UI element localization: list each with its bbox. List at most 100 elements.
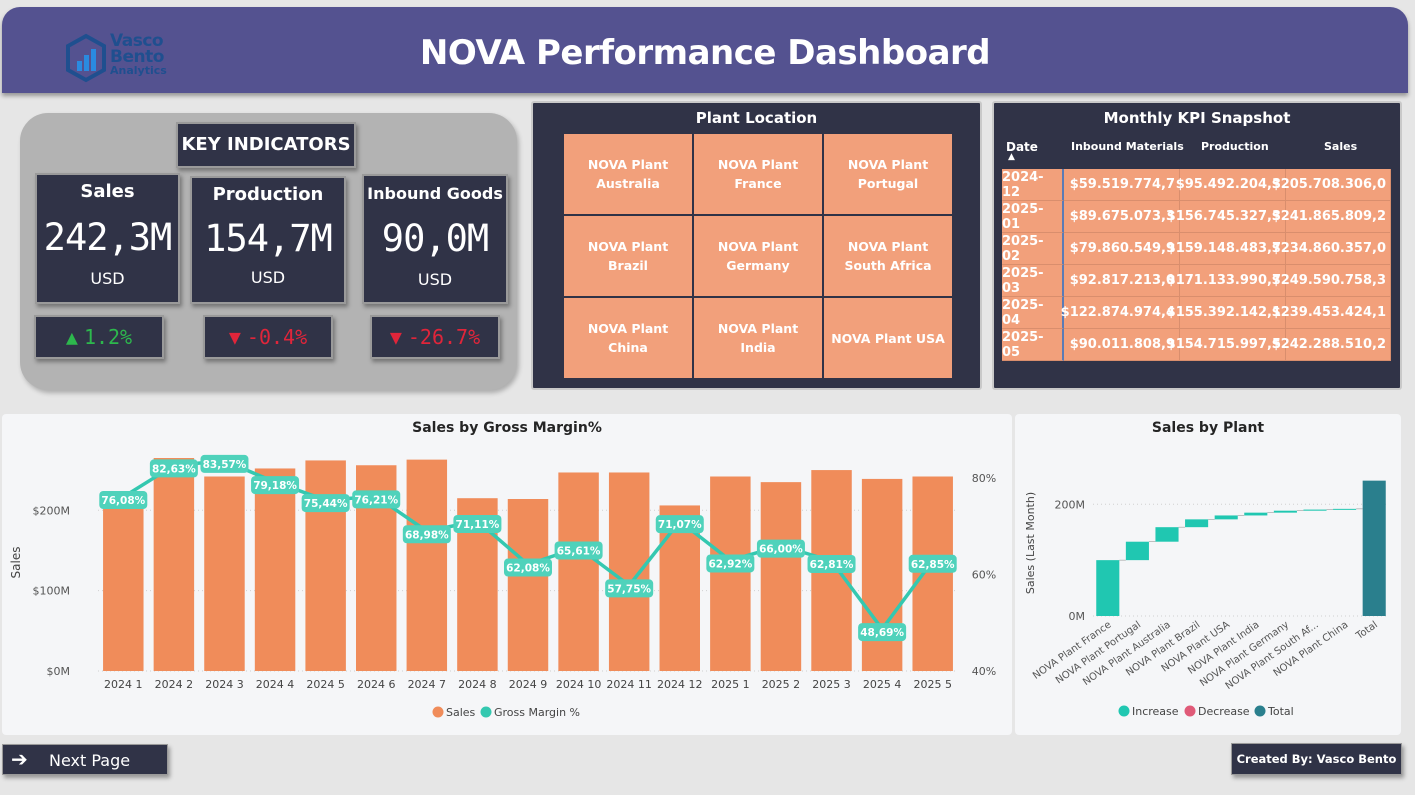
sales-bar[interactable] [507, 499, 549, 671]
margin-data-label: 48,69% [858, 623, 907, 642]
table-cell: $59.519.774,7 [1064, 169, 1180, 201]
next-page-button[interactable]: ➔ Next Page [2, 744, 168, 775]
data-label-text: 76,21% [354, 494, 398, 506]
plant-tile[interactable]: NOVA Plant Brazil [563, 215, 693, 297]
table-cell: $156.745.327,3 [1167, 201, 1286, 233]
sales-by-plant-chart-panel: Sales by Plant 0M 200M Sales (Last Month) N… [1015, 414, 1401, 735]
table-row[interactable]: 2025-03 $92.817.213,0 $171.133.990,7 $24… [1002, 265, 1391, 297]
table-row[interactable]: 2025-04 $122.874.974,4 $155.392.142,1 $2… [1002, 297, 1391, 329]
table-cell: 2025-04 [1002, 297, 1064, 329]
sales-bar[interactable] [710, 476, 751, 671]
margin-data-label: 62,81% [807, 555, 856, 574]
key-indicators-panel: KEY INDICATORS Sales 242,3M USD Producti… [20, 113, 517, 390]
kpi-label: Sales [80, 181, 135, 202]
table-cell: $79.860.549,9 [1064, 233, 1180, 265]
table-row[interactable]: 2025-01 $89.675.073,3 $156.745.327,3 $24… [1002, 201, 1391, 233]
arrow-down-icon: ▼ [228, 325, 241, 349]
table-cell: $249.590.758,3 [1272, 265, 1391, 297]
table-row[interactable]: 2025-02 $79.860.549,9 $159.148.483,7 $23… [1002, 233, 1391, 265]
margin-data-label: 65,61% [554, 541, 603, 560]
sales-bar[interactable] [254, 468, 296, 671]
table-row[interactable]: 2024-12 $59.519.774,7 $95.492.204,3 $205… [1002, 169, 1391, 201]
margin-data-label: 57,75% [605, 579, 654, 598]
sales-bar[interactable] [153, 458, 195, 671]
x-tick-label: 2025 1 [711, 678, 750, 691]
sales-bar[interactable] [608, 472, 650, 671]
table-cell: $122.874.974,4 [1061, 297, 1180, 329]
table-cell: 2025-03 [1002, 265, 1064, 297]
waterfall-bar[interactable] [1273, 510, 1297, 513]
x-tick-label: 2025 5 [913, 678, 952, 691]
plant-tile[interactable]: NOVA Plant Portugal [823, 133, 953, 215]
creator-credit: Created By: Vasco Bento [1231, 743, 1402, 775]
sales-gross-margin-chart-panel: Sales by Gross Margin% 76,08% 82,63% 83,57… [2, 414, 1012, 735]
plant-tile[interactable]: NOVA Plant South Africa [823, 215, 953, 297]
waterfall-bar[interactable] [1214, 515, 1238, 520]
plant-tile[interactable]: NOVA Plant Australia [563, 133, 693, 215]
waterfall-bar[interactable] [1303, 509, 1327, 511]
waterfall-bar[interactable] [1125, 541, 1149, 561]
sales-bar[interactable] [558, 472, 599, 671]
kpi-unit: USD [250, 268, 286, 287]
plant-tile[interactable]: NOVA Plant USA [823, 297, 953, 379]
x-tick-label: 2025 2 [762, 678, 801, 691]
table-cell: 2025-01 [1002, 201, 1064, 233]
margin-data-label: 62,08% [504, 558, 552, 577]
sales-bar[interactable] [406, 459, 448, 671]
plant-tile[interactable]: NOVA Plant India [693, 297, 823, 379]
sales-bar[interactable] [305, 460, 346, 671]
table-cell: $159.148.483,7 [1167, 233, 1286, 265]
margin-data-label: 79,18% [251, 476, 300, 495]
waterfall-bar[interactable] [1185, 519, 1209, 528]
sales-bar[interactable] [760, 482, 802, 671]
table-cell: $89.675.073,3 [1064, 201, 1180, 233]
x-tick-label: 2024 11 [606, 678, 652, 691]
delta-inbound-goods: ▼ -26.7% [370, 315, 500, 359]
legend-label: Decrease [1198, 705, 1250, 718]
margin-data-label: 76,21% [352, 490, 401, 509]
sort-ascending-icon[interactable]: ▲ [1008, 152, 1015, 162]
next-page-label: Next Page [49, 751, 131, 770]
arrow-right-icon: ➔ [11, 747, 28, 771]
legend-margin-marker [480, 706, 492, 718]
margin-data-label: 83,57% [200, 454, 249, 473]
data-label-text: 71,11% [456, 519, 500, 531]
margin-data-label: 82,63% [149, 459, 198, 478]
sales-bar[interactable] [861, 478, 903, 671]
waterfall-bar[interactable] [1244, 512, 1268, 516]
sales-bar[interactable] [204, 476, 245, 671]
column-header-inbound[interactable]: Inbound Materials [1071, 140, 1184, 153]
x-tick-label: 2024 8 [458, 678, 497, 691]
data-label-text: 48,69% [860, 627, 904, 639]
waterfall-bar[interactable] [1333, 508, 1357, 510]
sales-bar[interactable] [103, 500, 144, 671]
kpi-card-inbound-goods: Inbound Goods 90,0M USD [362, 174, 508, 304]
y-tick-label: $0M [47, 665, 71, 678]
kpi-snapshot-title: Monthly KPI Snapshot [1103, 109, 1291, 127]
x-tick-label: Total [1354, 619, 1380, 642]
kpi-unit: USD [90, 269, 125, 288]
y-axis-label: Sales (Last Month) [1024, 492, 1037, 594]
sales-gross-margin-chart[interactable]: 76,08% 82,63% 83,57% 79,18% 75,44% 76,21% 68,9… [2, 414, 1012, 735]
sales-bar[interactable] [912, 476, 953, 671]
table-cell: $92.817.213,0 [1064, 265, 1180, 297]
y-tick-label: $100M [33, 585, 71, 598]
column-header-production[interactable]: Production [1201, 140, 1269, 153]
waterfall-bar[interactable] [1155, 527, 1179, 542]
data-label-text: 66,00% [759, 544, 803, 556]
sales-by-plant-chart[interactable]: 0M200MSales (Last Month)NOVA Plant Franc… [1015, 414, 1401, 735]
plant-tile[interactable]: NOVA Plant Germany [693, 215, 823, 297]
column-header-sales[interactable]: Sales [1324, 140, 1357, 153]
data-label-text: 65,61% [557, 546, 601, 558]
waterfall-bar[interactable] [1362, 480, 1386, 616]
table-row[interactable]: 2025-05 $90.011.808,9 $154.715.997,5 $24… [1002, 329, 1391, 361]
waterfall-bar[interactable] [1096, 560, 1120, 616]
table-cell: $171.133.990,7 [1167, 265, 1286, 297]
x-tick-label: 2025 4 [863, 678, 902, 691]
x-tick-label: 2024 6 [357, 678, 396, 691]
plant-tile[interactable]: NOVA Plant France [693, 133, 823, 215]
table-header: Date ▲ Inbound Materials Production Sale… [994, 140, 1400, 170]
plant-tile[interactable]: NOVA Plant China [563, 297, 693, 379]
kpi-snapshot-panel: Monthly KPI Snapshot Date ▲ Inbound Mate… [992, 101, 1402, 390]
table-cell: $90.011.808,9 [1064, 329, 1180, 361]
